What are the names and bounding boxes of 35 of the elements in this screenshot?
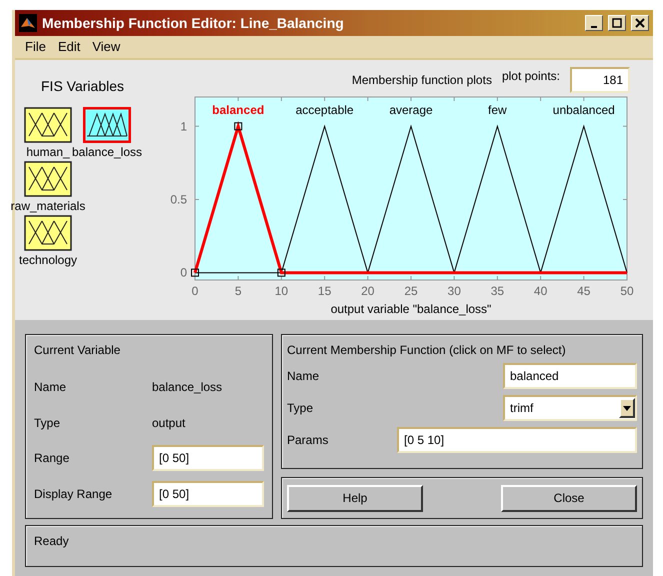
panel-title: Current Membership Function (click on MF to select): [287, 342, 567, 359]
field-value: output: [152, 414, 186, 432]
x-tick-label: 20: [361, 284, 374, 298]
variable-label: balance_loss: [72, 144, 142, 161]
y-tick-label: 1: [180, 119, 187, 134]
x-tick-label: 35: [490, 284, 504, 298]
x-tick-label: 15: [318, 284, 332, 298]
field-label: Display Range: [34, 486, 114, 504]
field-label: Name: [287, 368, 320, 385]
window-title: Membership Function Editor: Line_Balancing: [42, 14, 344, 33]
x-tick-label: 45: [577, 284, 590, 298]
panel-title: Current Variable: [34, 342, 122, 359]
field-label: Name: [34, 378, 68, 396]
variable-label: technology: [18, 252, 78, 269]
x-tick-label: 0: [192, 284, 198, 298]
panel-title: FIS Variables: [40, 77, 125, 96]
y-tick-label: 0: [180, 266, 187, 280]
x-tick-label: 5: [234, 284, 242, 298]
x-tick-label: 30: [448, 284, 461, 298]
x-axis-label: output variable "balance_loss": [330, 302, 492, 316]
plot-points-label: plot points:: [502, 68, 560, 85]
plot-title: Membership function plots: [352, 72, 492, 89]
x-tick-label: 25: [404, 284, 418, 298]
x-tick-label: 40: [534, 284, 548, 298]
x-tick-label: 50: [620, 284, 634, 298]
field-label: Type: [287, 400, 314, 417]
x-tick-label: 10: [274, 284, 288, 298]
field-label: Type: [34, 414, 62, 432]
field-value: balance_loss: [152, 378, 222, 396]
field-label: Range: [34, 450, 70, 468]
field-label: Params: [287, 432, 328, 449]
y-tick-label: 0.5: [170, 192, 187, 206]
variable-label: human_: [26, 144, 70, 161]
variable-label: raw_materials: [10, 198, 86, 215]
status-text: Ready: [34, 534, 69, 548]
